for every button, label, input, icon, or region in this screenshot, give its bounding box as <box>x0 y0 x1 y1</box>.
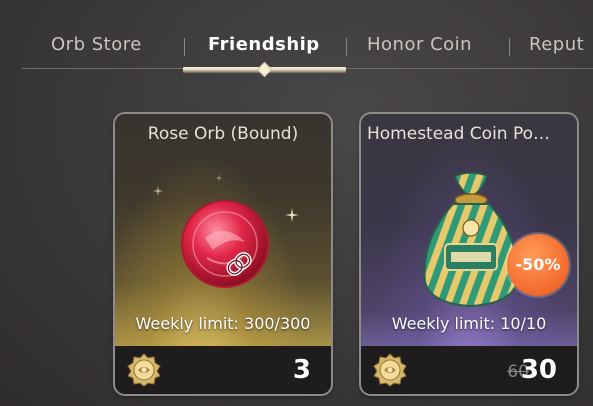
tab-bar: Orb Store Friendship Honor Coin Reput <box>0 0 593 78</box>
tab-orb-store[interactable]: Orb Store <box>51 33 142 57</box>
item-name: Homestead Coin Po… <box>367 124 551 144</box>
sparkle-icon <box>153 186 163 196</box>
weekly-limit: Weekly limit: 300/300 <box>135 314 311 333</box>
discount-badge: -50% <box>507 234 569 296</box>
sparkle-icon <box>285 208 299 222</box>
item-name: Rose Orb (Bound) <box>147 124 299 144</box>
tab-separator <box>346 38 347 56</box>
tab-separator <box>509 38 510 56</box>
friendship-coin-icon <box>373 353 407 387</box>
sparkle-icon <box>215 174 223 182</box>
active-tab-diamond-icon <box>256 61 273 78</box>
shop-item-card[interactable]: Rose Orb (Bound) Weekly limit: 300/300 3 <box>115 114 331 394</box>
price-bar: 60 30 <box>361 346 577 394</box>
friendship-coin-icon <box>127 353 161 387</box>
tab-reputation[interactable]: Reput <box>529 33 584 57</box>
tab-honor-coin[interactable]: Honor Coin <box>367 33 472 57</box>
coin-pouch-icon <box>423 172 519 308</box>
rose-orb-icon <box>181 200 269 288</box>
item-price: 3 <box>292 355 311 385</box>
weekly-limit: Weekly limit: 10/10 <box>391 314 547 333</box>
shop-item-card[interactable]: Homestead Coin Po… -50% Weekly limit: 10… <box>361 114 577 394</box>
tab-friendship[interactable]: Friendship <box>208 33 320 57</box>
price-bar: 3 <box>115 346 331 394</box>
tab-separator <box>184 38 185 56</box>
item-price: 30 <box>520 355 557 385</box>
